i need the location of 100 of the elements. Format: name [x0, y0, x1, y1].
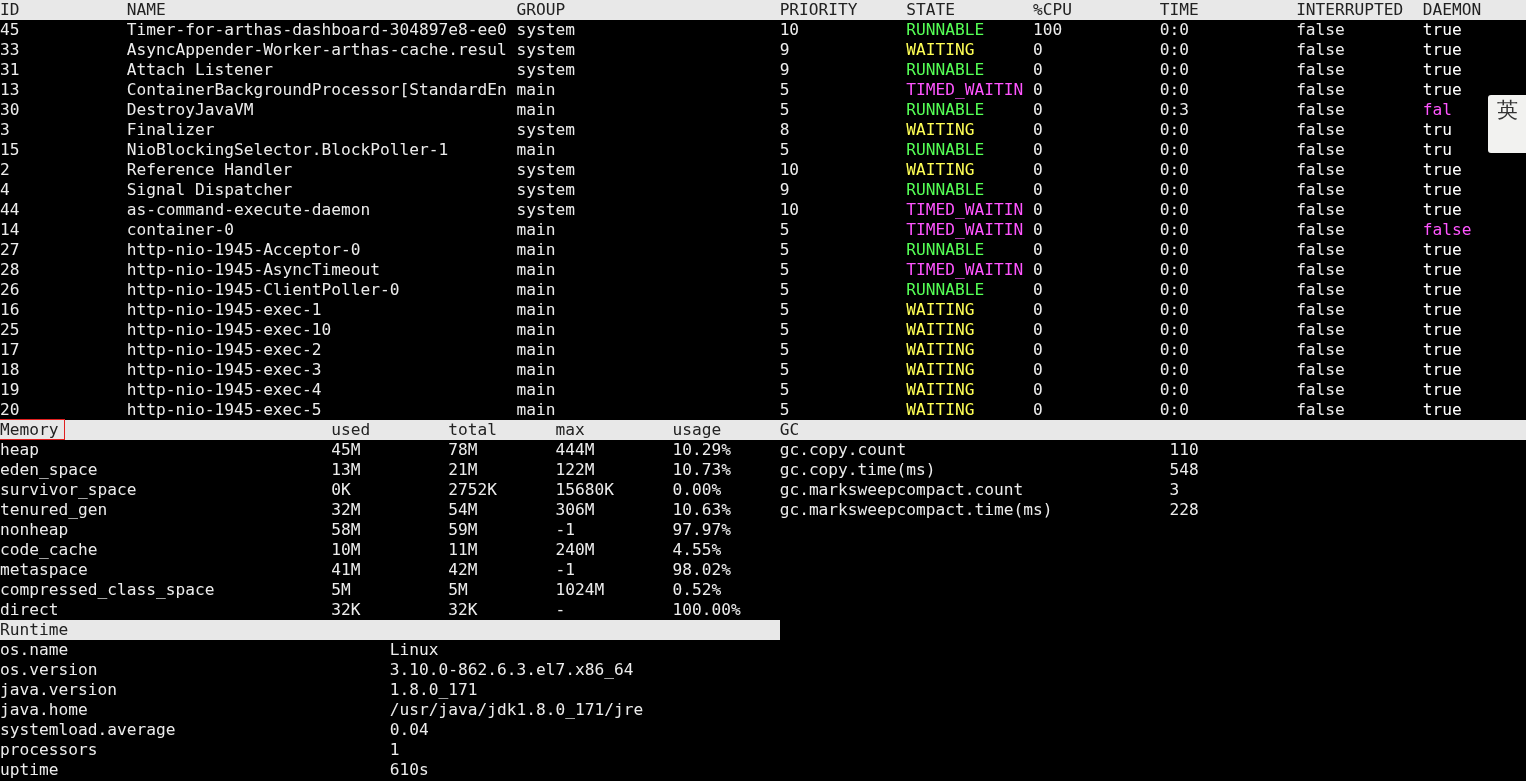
table-cell-text: false	[1296, 40, 1346, 60]
table-cell-text: processors	[0, 740, 99, 760]
table-cell-text: 0:0	[1159, 20, 1190, 40]
table-cell-text: 0:0	[1159, 380, 1190, 400]
table-cell: true	[1422, 180, 1462, 200]
table-cell-text: 0:0	[1159, 280, 1190, 300]
table-cell-text: 13	[0, 80, 21, 100]
table-cell-text: system	[516, 60, 576, 80]
table-cell-text: main	[516, 140, 557, 160]
table-cell-text: TIMED_WAITIN	[906, 200, 1025, 220]
table-cell-text: 42M	[448, 560, 479, 580]
table-cell-text: 10.29%	[672, 440, 732, 460]
table-cell-text: RUNNABLE	[906, 20, 986, 40]
column-header: NAME	[126, 0, 167, 20]
table-cell-text: 0:0	[1159, 300, 1190, 320]
column-header: STATE	[906, 0, 957, 20]
table-cell-text: main	[516, 100, 557, 120]
table-cell: 3.10.0-862.6.3.el7.x86_64	[389, 660, 634, 680]
table-cell-text: survivor_space	[0, 480, 138, 500]
table-cell-text: false	[1296, 400, 1346, 420]
table-cell: true	[1422, 160, 1462, 180]
table-cell: 3	[1169, 480, 1180, 500]
table-cell-text: 0	[1033, 80, 1044, 100]
table-cell-text: tenured_gen	[0, 500, 109, 520]
table-cell-text: as-command-execute-daemon	[126, 200, 372, 220]
table-cell-text: 0	[1033, 360, 1044, 380]
table-cell: true	[1422, 380, 1462, 400]
table-cell-text: 0K	[331, 480, 352, 500]
table-cell-text: gc.copy.count	[779, 440, 908, 460]
table-cell-text: 122M	[555, 460, 596, 480]
table-cell-text: 0:0	[1159, 140, 1190, 160]
table-cell: 1.8.0_171	[389, 680, 478, 700]
table-cell-text: 0:0	[1159, 320, 1190, 340]
table-cell-text: system	[516, 20, 576, 40]
table-cell-text: 5	[779, 220, 791, 240]
table-cell-text: WAITING	[906, 340, 976, 360]
table-cell-text: 0	[1033, 160, 1044, 180]
table-cell-text: 58M	[331, 520, 362, 540]
table-cell-text: 100.00%	[672, 600, 742, 620]
table-cell-text: 0:0	[1159, 60, 1190, 80]
table-cell-text: http-nio-1945-exec-3	[126, 360, 323, 380]
table-cell-text: main	[516, 340, 557, 360]
table-cell-text: 13M	[331, 460, 362, 480]
table-cell-text: main	[516, 80, 557, 100]
table-cell-text: 10	[779, 20, 801, 40]
table-cell-text: gc.marksweepcompact.count	[779, 480, 1025, 500]
table-cell-text: 5	[779, 80, 791, 100]
table-cell-text: direct	[0, 600, 60, 620]
table-cell-text: 2752K	[448, 480, 498, 500]
table-cell-text: WAITING	[906, 120, 976, 140]
table-cell-text: 0	[1033, 280, 1044, 300]
table-cell: true	[1422, 60, 1462, 80]
table-cell-text: false	[1296, 60, 1346, 80]
table-cell-text: 240M	[555, 540, 596, 560]
table-cell-text: 0:0	[1159, 120, 1190, 140]
table-cell-text: TIMED_WAITIN	[906, 220, 1025, 240]
table-cell-text: Finalizer	[126, 120, 216, 140]
column-header: DAEMON	[1422, 0, 1482, 20]
table-cell-text: 0	[1033, 60, 1044, 80]
table-cell-text: 0:0	[1159, 240, 1190, 260]
table-cell-text: RUNNABLE	[906, 60, 986, 80]
table-cell-text: DestroyJavaVM	[126, 100, 255, 120]
table-cell-text: WAITING	[906, 320, 976, 340]
column-header: total	[448, 420, 498, 440]
column-header: %CPU	[1033, 0, 1073, 20]
table-cell-text: false	[1296, 320, 1346, 340]
table-cell: tru	[1422, 120, 1453, 140]
table-cell-text: http-nio-1945-ClientPoller-0	[126, 280, 401, 300]
table-cell: true	[1422, 260, 1462, 280]
table-cell-text: false	[1296, 80, 1346, 100]
table-cell: 110	[1169, 440, 1199, 460]
table-cell-text: http-nio-1945-exec-5	[126, 400, 323, 420]
table-cell-text: main	[516, 380, 557, 400]
table-cell-text: 0.52%	[672, 580, 723, 600]
table-cell: true	[1422, 400, 1462, 420]
column-header: max	[555, 420, 586, 440]
table-cell-text: TIMED_WAITIN	[906, 260, 1025, 280]
table-cell-text: RUNNABLE	[906, 240, 986, 260]
table-cell: fal	[1422, 100, 1453, 120]
table-cell-text: 2	[0, 160, 11, 180]
ime-indicator[interactable]: 英	[1488, 95, 1526, 153]
table-cell-text: nonheap	[0, 520, 70, 540]
table-cell-text: 0	[1033, 120, 1044, 140]
table-cell-text: http-nio-1945-exec-1	[126, 300, 323, 320]
table-cell-text: main	[516, 280, 557, 300]
table-cell: /usr/java/jdk1.8.0_171/jre	[389, 700, 644, 720]
table-cell-text: 444M	[555, 440, 596, 460]
table-cell-text: false	[1296, 220, 1346, 240]
table-cell-text: -1	[555, 520, 576, 540]
table-cell: true	[1422, 80, 1462, 100]
column-header: TIME	[1159, 0, 1200, 20]
table-cell: 1	[389, 740, 400, 760]
column-header: INTERRUPTED	[1296, 0, 1405, 20]
table-cell-text: WAITING	[906, 360, 976, 380]
table-cell-text: main	[516, 320, 557, 340]
table-cell-text: 9	[779, 40, 791, 60]
table-cell-text: false	[1296, 360, 1346, 380]
table-cell-text: main	[516, 260, 557, 280]
table-cell-text: main	[516, 220, 557, 240]
table-cell-text: NioBlockingSelector.BlockPoller-1	[126, 140, 450, 160]
